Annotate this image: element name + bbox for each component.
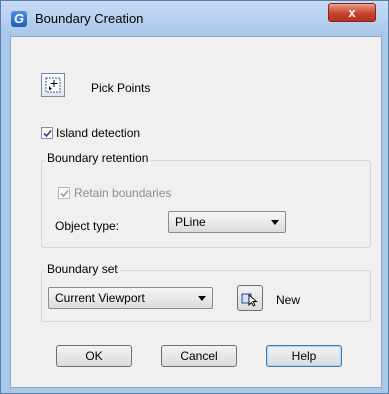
app-icon: G bbox=[11, 11, 27, 27]
boundary-retention-group bbox=[41, 160, 371, 248]
chevron-down-icon bbox=[271, 220, 279, 225]
ok-button[interactable]: OK bbox=[56, 345, 132, 367]
new-selection-button[interactable] bbox=[237, 285, 263, 311]
pick-points-button[interactable] bbox=[41, 73, 65, 97]
boundary-creation-dialog: G Boundary Creation x Pick Points Island… bbox=[0, 0, 389, 394]
object-type-value: PLine bbox=[175, 215, 206, 229]
dialog-client-area: Pick Points Island detection Boundary re… bbox=[10, 36, 382, 388]
retain-boundaries-label: Retain boundaries bbox=[74, 186, 172, 200]
boundary-set-legend: Boundary set bbox=[45, 262, 120, 276]
boundary-retention-legend: Boundary retention bbox=[45, 151, 151, 165]
retain-boundaries-checkbox[interactable] bbox=[58, 187, 70, 199]
close-icon: x bbox=[348, 5, 356, 20]
pick-points-label: Pick Points bbox=[91, 81, 151, 95]
boundary-set-value: Current Viewport bbox=[55, 291, 145, 305]
pick-points-icon bbox=[45, 77, 61, 93]
new-label: New bbox=[276, 293, 301, 307]
chevron-down-icon bbox=[198, 296, 206, 301]
select-objects-icon bbox=[241, 293, 258, 307]
island-detection-checkbox[interactable] bbox=[41, 127, 53, 139]
cancel-button[interactable]: Cancel bbox=[161, 345, 237, 367]
object-type-label: Object type: bbox=[55, 219, 120, 233]
title-bar[interactable]: G Boundary Creation x bbox=[1, 1, 388, 35]
checkmark-icon bbox=[60, 189, 69, 198]
help-button[interactable]: Help bbox=[266, 345, 342, 367]
checkmark-icon bbox=[43, 129, 52, 138]
boundary-set-select[interactable]: Current Viewport bbox=[48, 287, 213, 309]
object-type-select[interactable]: PLine bbox=[168, 211, 286, 233]
dialog-title: Boundary Creation bbox=[35, 11, 144, 26]
island-detection-label: Island detection bbox=[56, 126, 141, 140]
close-button[interactable]: x bbox=[328, 3, 376, 22]
